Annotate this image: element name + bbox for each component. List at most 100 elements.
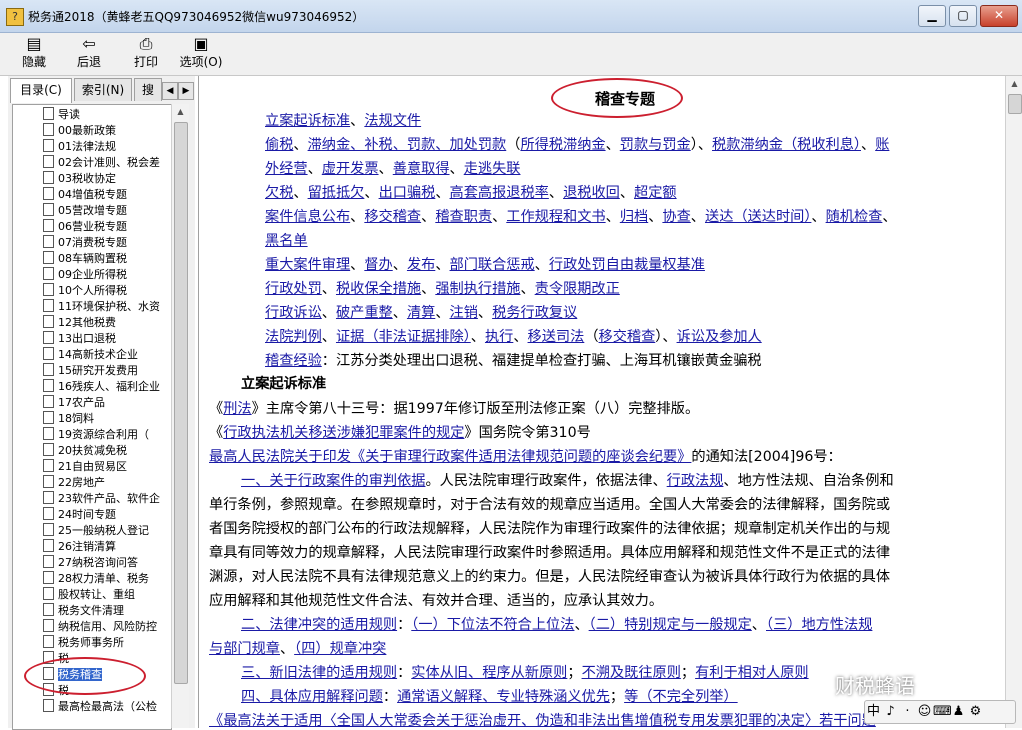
content-link[interactable]: 所得税滞纳金 — [520, 137, 605, 153]
tree-item[interactable]: 21自由贸易区 — [43, 459, 127, 475]
tree-item[interactable]: 06营业税专题 — [43, 219, 127, 235]
content-link[interactable]: 通常语义解释、专业特殊涵义优先 — [397, 689, 610, 705]
content-link[interactable]: （四）规章冲突 — [294, 641, 386, 657]
ime-button[interactable]: ♟ — [950, 701, 967, 723]
tab-contents[interactable]: 目录(C) — [10, 78, 72, 103]
content-link[interactable]: 偷税 — [265, 137, 293, 153]
content-link[interactable]: 虚开发票 — [322, 161, 379, 177]
content-link[interactable]: 行政处罚 — [265, 281, 322, 297]
content-link[interactable]: 二、法律冲突的适用规则 — [241, 617, 397, 633]
content-link[interactable]: 等（不完全列举） — [624, 689, 738, 705]
tab-search[interactable]: 搜 — [134, 78, 162, 101]
content-link[interactable]: 立案起诉标准 — [265, 113, 350, 129]
content-link[interactable]: 随机检查 — [826, 209, 883, 225]
content-link[interactable]: 高套高报退税率 — [450, 185, 549, 201]
content-link[interactable]: 发布 — [407, 257, 435, 273]
tab-scroll-right-icon[interactable]: ▶ — [178, 82, 194, 100]
content-link[interactable]: 罚款与罚金 — [620, 137, 691, 153]
tree-item[interactable]: 导读 — [43, 107, 80, 123]
minimize-button[interactable]: ▁ — [918, 5, 946, 27]
content-link[interactable]: 行政执法机关移送涉嫌犯罪案件的规定 — [223, 425, 464, 441]
content-link[interactable]: 法规文件 — [364, 113, 421, 129]
content-link[interactable]: 一、关于行政案件的审判依据 — [241, 473, 425, 489]
content-link[interactable]: 外经营 — [265, 161, 308, 177]
ime-toolbar[interactable]: 中 ♪ · ☺ ⌨♟ ⚙ — [864, 700, 1016, 724]
tree-item[interactable]: 17农产品 — [43, 395, 105, 411]
tree-item[interactable]: 20扶贫减免税 — [43, 443, 127, 459]
content-link[interactable]: 移交稽查 — [599, 329, 656, 345]
tree-item[interactable]: 00最新政策 — [43, 123, 116, 139]
tree-item[interactable]: 24时间专题 — [43, 507, 116, 523]
tree-item[interactable]: 03税收协定 — [43, 171, 116, 187]
tree-item[interactable]: 04增值税专题 — [43, 187, 127, 203]
back-button[interactable]: ⇦ 后退 — [68, 35, 110, 70]
content-link[interactable]: 与部门规章 — [209, 641, 280, 657]
ime-button[interactable]: ⌨ — [933, 701, 952, 723]
ime-button[interactable]: 中 — [865, 701, 882, 723]
ime-button[interactable]: ☺ — [916, 701, 933, 723]
tree-scrollbar[interactable]: ▲ — [171, 104, 189, 728]
content-link[interactable]: 证据（非法证据排除） — [336, 329, 471, 345]
content-link[interactable]: （二）特别规定与一般规定 — [589, 617, 752, 633]
content-scrollbar[interactable]: ▲ — [1005, 76, 1022, 728]
content-link[interactable]: 三、新旧法律的适用规则 — [241, 665, 397, 681]
content-link[interactable]: 最高人民法院关于印发《关于审理行政案件适用法律规范问题的座谈会纪要》 — [209, 449, 691, 465]
tree-item[interactable]: 11环境保护税、水资 — [43, 299, 160, 315]
ime-button[interactable]: ⚙ — [967, 701, 984, 723]
content-link[interactable]: 工作规程和文书 — [506, 209, 605, 225]
tree-item[interactable]: 01法律法规 — [43, 139, 116, 155]
tree-item[interactable]: 15研究开发费用 — [43, 363, 138, 379]
tree-item[interactable]: 纳税信用、风险防控 — [43, 619, 157, 635]
content-link[interactable]: 责令限期改正 — [535, 281, 620, 297]
ime-button[interactable]: · — [899, 701, 916, 723]
content-link[interactable]: 部门联合惩戒 — [450, 257, 535, 273]
content-link[interactable]: 督办 — [364, 257, 392, 273]
content-link[interactable]: 留抵抵欠 — [308, 185, 365, 201]
tab-scroll-left-icon[interactable]: ◀ — [162, 82, 178, 100]
content-link[interactable]: 重大案件审理 — [265, 257, 350, 273]
content-link[interactable]: 破产重整 — [336, 305, 393, 321]
tree-item[interactable]: 16残疾人、福利企业 — [43, 379, 160, 395]
content-link[interactable]: 不溯及既往原则 — [582, 665, 681, 681]
tree-item[interactable]: 07消费税专题 — [43, 235, 127, 251]
content-link[interactable]: 走逃失联 — [464, 161, 521, 177]
content-link[interactable]: 行政诉讼 — [265, 305, 322, 321]
content-link[interactable]: 执行 — [485, 329, 513, 345]
content-link[interactable]: 协查 — [662, 209, 690, 225]
content-link[interactable]: 出口骗税 — [379, 185, 436, 201]
content-link[interactable]: 税收保全措施 — [336, 281, 421, 297]
content-link[interactable]: 行政法规 — [667, 473, 724, 489]
content-link[interactable]: 欠税 — [265, 185, 293, 201]
hide-button[interactable]: ▤ 隐藏 — [14, 35, 54, 70]
tree-item[interactable]: 最高检最高法（公检 — [43, 699, 157, 715]
content-link[interactable]: 有利于相对人原则 — [695, 665, 809, 681]
content-link[interactable]: 黑名单 — [265, 233, 308, 249]
content-link[interactable]: 四、具体应用解释问题 — [241, 689, 383, 705]
options-button[interactable]: ▣ 选项(O) — [176, 35, 226, 70]
tree-item[interactable]: 10个人所得税 — [43, 283, 127, 299]
tree-item[interactable]: 22房地产 — [43, 475, 105, 491]
content-link[interactable]: 退税收回 — [563, 185, 620, 201]
content-link[interactable]: 移交稽查 — [364, 209, 421, 225]
tree-item[interactable]: 18饲料 — [43, 411, 94, 427]
content-link[interactable]: 稽查经验 — [265, 353, 322, 369]
scroll-thumb[interactable] — [174, 122, 188, 684]
content-link[interactable]: 诉讼及参加人 — [677, 329, 762, 345]
tree-item[interactable]: 28权力清单、税务 — [43, 571, 149, 587]
tree-item[interactable]: 股权转让、重组 — [43, 587, 135, 603]
scroll-up-icon[interactable]: ▲ — [172, 104, 189, 120]
tree-item[interactable]: 14高新技术企业 — [43, 347, 138, 363]
content-link[interactable]: 税务行政复议 — [492, 305, 577, 321]
tree-item[interactable]: 23软件产品、软件企 — [43, 491, 160, 507]
close-button[interactable]: ✕ — [980, 5, 1018, 27]
tree-item[interactable]: 26注销清算 — [43, 539, 116, 555]
content-link[interactable]: 实体从旧、程序从新原则 — [411, 665, 567, 681]
content-link[interactable]: （三）地方性法规 — [766, 617, 872, 633]
ime-button[interactable]: ♪ — [882, 701, 899, 723]
content-link[interactable]: 账 — [875, 137, 889, 153]
content-link[interactable]: 税款滞纳金（税收利息） — [712, 137, 861, 153]
content-link[interactable]: 送达（送达时间） — [705, 209, 811, 225]
tree-item[interactable]: 02会计准则、税会差 — [43, 155, 160, 171]
tree-item[interactable]: 税务文件清理 — [43, 603, 124, 619]
content-link[interactable]: 强制执行措施 — [435, 281, 520, 297]
